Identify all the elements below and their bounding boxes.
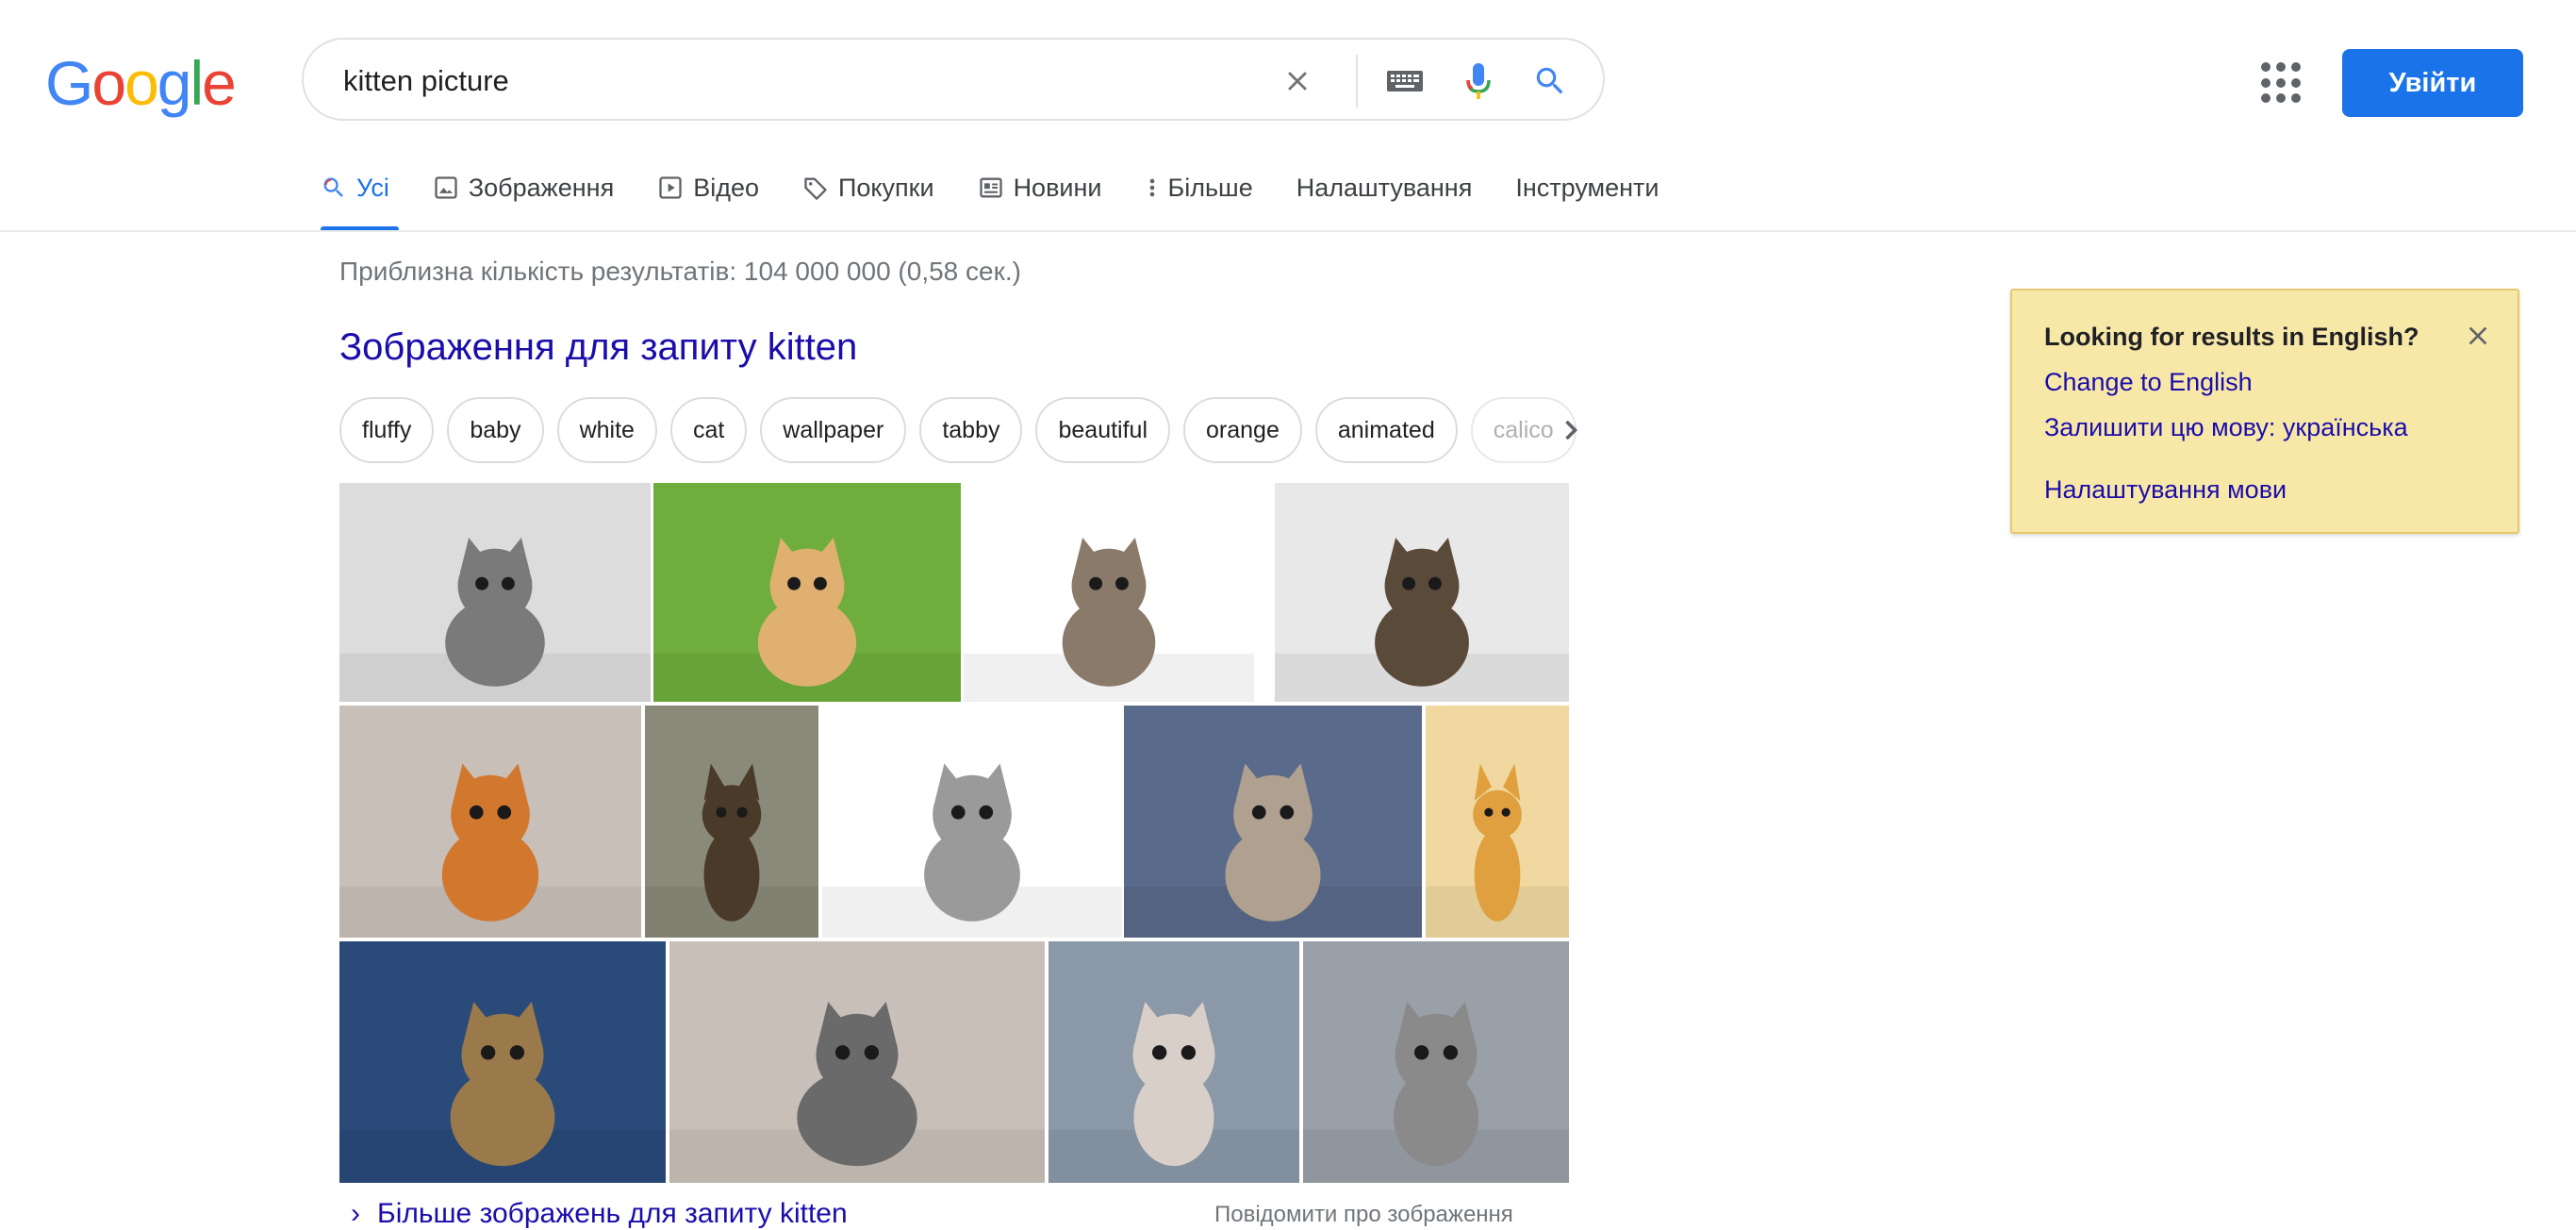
search-box [302,38,1605,121]
tab-4-tag[interactable]: Покупки [802,162,934,213]
chip-tabby[interactable]: tabby [919,397,1023,463]
search-icon [321,175,347,201]
tab-5-news[interactable]: Новини [978,162,1102,213]
kitten-image-3[interactable] [964,483,1254,702]
more-vert-icon [1146,175,1159,201]
news-icon [978,175,1004,201]
close-icon[interactable] [1275,58,1320,104]
change-to-english-link[interactable]: Change to English [2044,368,2253,397]
tab-label: Усі [356,173,389,202]
tab-label: Новини [1013,173,1102,202]
tab-label: Більше [1167,173,1253,202]
images-heading-link[interactable]: Зображення для запиту kitten [339,326,857,369]
video-icon [657,175,684,201]
chip-beautiful[interactable]: beautiful [1035,397,1171,463]
report-images-link[interactable]: Повідомити про зображення [1214,1202,1513,1228]
kitten-image-7[interactable] [822,706,1122,938]
kitten-image-6[interactable] [645,706,818,938]
tab-8-text[interactable]: Інструменти [1515,162,1659,213]
google-logo[interactable]: Google [45,47,237,119]
tab-2-image[interactable]: Зображення [433,162,614,213]
tab-3-video[interactable]: Відео [657,162,759,213]
apps-grid-icon[interactable] [2261,62,2303,104]
kitten-image-11[interactable] [669,941,1045,1183]
tab-7-text[interactable]: Налаштування [1296,162,1473,213]
microphone-icon[interactable] [1456,58,1501,104]
kitten-image-13[interactable] [1303,941,1569,1183]
tab-label: Налаштування [1296,173,1473,202]
kitten-image-12[interactable] [1049,941,1299,1183]
more-images-link[interactable]: › Більше зображень для запиту kitten [351,1198,848,1230]
chevron-right-icon[interactable] [1554,413,1588,447]
image-icon [433,175,459,201]
chip-white[interactable]: white [556,397,657,463]
more-images-label: Більше зображень для запиту kitten [377,1198,848,1229]
search-tabs: Усі Зображення Відео Покупки Новини Більше Нал… [321,162,1702,232]
kitten-image-4[interactable] [1275,483,1569,702]
keep-language-link[interactable]: Залишити цю мову: українська [2044,413,2408,442]
chip-animated[interactable]: animated [1314,397,1458,463]
tab-label: Зображення [468,173,615,202]
chip-fluffy[interactable]: fluffy [339,397,435,463]
kitten-image-5[interactable] [339,706,641,938]
kitten-image-8[interactable] [1124,706,1422,938]
tab-1-search[interactable]: Усі [321,162,399,232]
kitten-image-2[interactable] [653,483,961,702]
tab-label: Інструменти [1515,173,1660,202]
chevron-right-icon: › [351,1198,360,1229]
related-chips: fluffy baby white cat wallpaper tabby beautifu… [339,396,1593,464]
search-divider [1356,55,1358,108]
image-grid [339,483,1569,1183]
language-question: Looking for results in English? [2044,323,2419,351]
language-settings-link[interactable]: Налаштування мови [2044,475,2287,505]
result-stats: Приблизна кількість результатів: 104 000… [339,257,1021,286]
keyboard-icon[interactable] [1382,58,1428,104]
close-icon[interactable] [2463,321,2493,351]
language-suggestion-popup: Looking for results in English? Change t… [2010,289,2519,534]
tab-label: Покупки [838,173,934,202]
chip-wallpaper[interactable]: wallpaper [760,397,907,463]
tab-label: Відео [693,173,759,202]
sign-in-button[interactable]: Увійти [2342,49,2523,117]
tabs-divider [0,230,2576,232]
search-input[interactable] [341,57,1288,106]
chip-orange[interactable]: orange [1183,397,1302,463]
search-icon[interactable] [1527,58,1573,104]
tab-6-more-vert[interactable]: Більше [1146,162,1253,213]
tag-icon [802,175,829,201]
chip-cat[interactable]: cat [669,397,748,463]
kitten-image-10[interactable] [339,941,666,1183]
kitten-image-1[interactable] [339,483,651,702]
chip-baby[interactable]: baby [447,397,544,463]
kitten-image-9[interactable] [1426,706,1569,938]
